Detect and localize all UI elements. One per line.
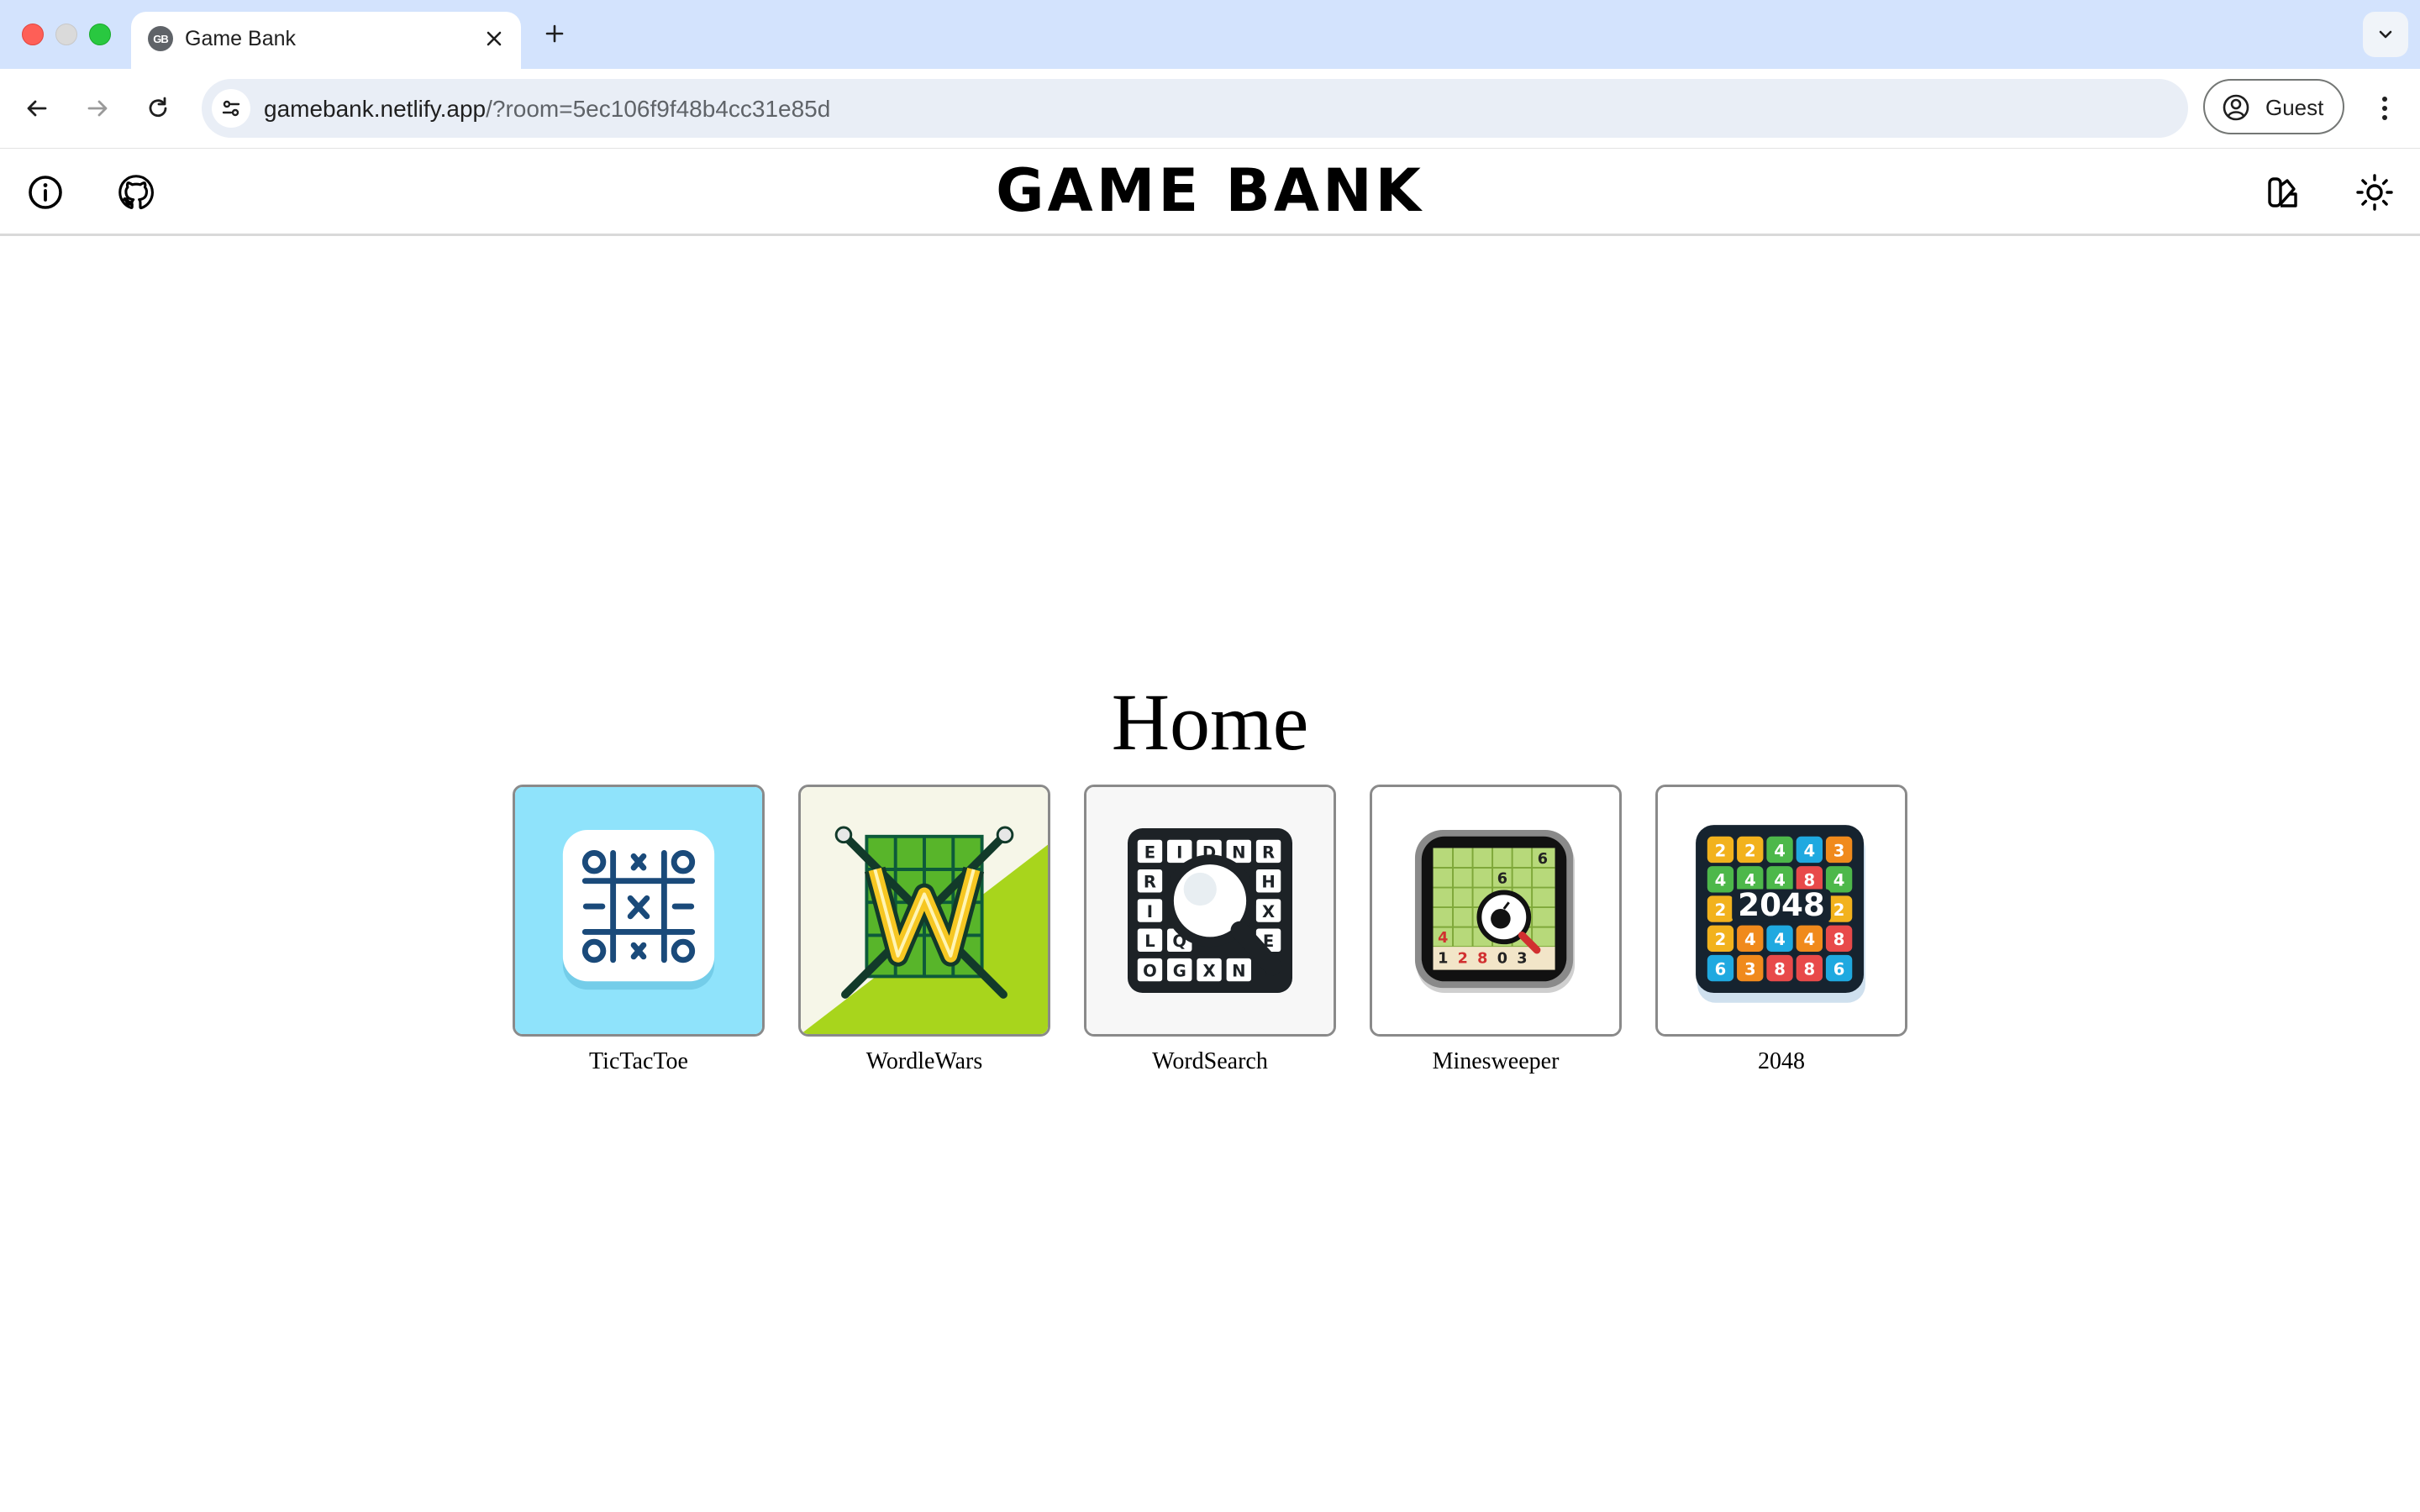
- letter: I: [1147, 902, 1153, 921]
- game-card-minesweeper[interactable]: 6 6 4 1 2 8 0 3: [1370, 785, 1622, 1037]
- letter: N: [1232, 961, 1245, 980]
- letter: E: [1144, 843, 1155, 862]
- profile-button[interactable]: Guest: [2203, 79, 2344, 134]
- tile-2048-value: 4: [1774, 841, 1786, 860]
- chevron-down-icon: [2379, 30, 2392, 39]
- wordsearch-icon: E I D N R R H I X L E O Q G X N L: [1086, 787, 1334, 1034]
- game-item-minesweeper[interactable]: 6 6 4 1 2 8 0 3 Minesweeper: [1370, 785, 1622, 1087]
- letter: N: [1232, 843, 1245, 862]
- letter: L: [1144, 932, 1155, 951]
- tile-2048-value: 4: [1774, 930, 1786, 949]
- palette-swatch-icon: [2268, 177, 2297, 207]
- tictactoe-icon: [515, 787, 762, 1034]
- mine-number: 6: [1497, 871, 1507, 888]
- mine-number: 6: [1538, 851, 1548, 868]
- arrow-right-icon: [87, 100, 108, 117]
- game-label: TicTacToe: [589, 1048, 688, 1074]
- page-heading: Home: [1111, 677, 1309, 767]
- address-bar[interactable]: gamebank.netlify.app/?room=5ec106f9f48b4…: [202, 79, 2188, 138]
- letter: X: [1202, 961, 1215, 980]
- url-path: /?room=5ec106f9f48b4cc31e85d: [486, 96, 831, 122]
- browser-toolbar: gamebank.netlify.app/?room=5ec106f9f48b4…: [0, 69, 2420, 149]
- light-mode-toggle[interactable]: [2352, 170, 2397, 215]
- game-item-2048[interactable]: 2244344484222444863886 2048 2048: [1655, 785, 1907, 1087]
- tile-2048-value: 2: [1715, 900, 1727, 920]
- tile-2048-value: 2: [1833, 900, 1845, 920]
- game-label: 2048: [1758, 1048, 1805, 1074]
- wordlewars-icon: [801, 787, 1048, 1034]
- letter: H: [1261, 873, 1275, 892]
- mine-number: 1: [1438, 951, 1448, 968]
- tile-2048-value: 2: [1744, 841, 1756, 860]
- arrow-left-icon: [27, 100, 47, 117]
- game-item-tictactoe[interactable]: TicTacToe: [513, 785, 765, 1087]
- tile-2048-value: 6: [1833, 959, 1845, 979]
- tile-2048-value: 4: [1715, 871, 1727, 890]
- back-button[interactable]: [15, 87, 59, 130]
- letter: X: [1262, 902, 1275, 921]
- reload-button[interactable]: [136, 87, 180, 130]
- browser-tab[interactable]: GB Game Bank: [131, 12, 521, 69]
- tile-2048-value: 8: [1803, 959, 1815, 979]
- tab-close-icon[interactable]: [479, 24, 509, 54]
- letter: I: [1176, 843, 1182, 862]
- game-card-tictactoe[interactable]: [513, 785, 765, 1037]
- app-header: GAME BANK: [0, 149, 2420, 236]
- 2048-icon: 2 2 4 4 34 4 4 8 42 22 4 4 4 86 3 8 8 6 2048: [1658, 787, 1905, 1034]
- browser-menu-button[interactable]: [2363, 87, 2407, 130]
- mine-number: 2: [1458, 951, 1468, 968]
- tile-2048-value: 4: [1803, 930, 1815, 949]
- more-vert-icon: [2382, 97, 2387, 120]
- tab-search-button[interactable]: [2363, 12, 2408, 57]
- minesweeper-icon: 6 6 4 1 2 8 0 3: [1372, 787, 1619, 1034]
- game-card-wordsearch[interactable]: E I D N R R H I X L E O Q G X N L: [1084, 785, 1336, 1037]
- mine-number: 3: [1517, 951, 1527, 968]
- profile-label: Guest: [2265, 95, 2324, 120]
- game-item-wordlewars[interactable]: WordleWars: [798, 785, 1050, 1087]
- tile-2048-center: 2048: [1738, 886, 1825, 923]
- browser-tab-bar: GB Game Bank: [0, 0, 2420, 69]
- account-circle-icon: [2223, 94, 2249, 121]
- tile-2048-value: 3: [1744, 959, 1756, 979]
- letter: R: [1262, 843, 1275, 862]
- game-item-wordsearch[interactable]: E I D N R R H I X L E O Q G X N L: [1084, 785, 1336, 1087]
- tile-2048-value: 6: [1715, 959, 1727, 979]
- app-title: GAME BANK: [996, 156, 1424, 225]
- tile-2048-value: 4: [1833, 871, 1845, 890]
- url-text: gamebank.netlify.app/?room=5ec106f9f48b4…: [264, 96, 830, 123]
- tile-2048-value: 2: [1715, 930, 1727, 949]
- game-label: WordleWars: [865, 1048, 983, 1074]
- game-label: WordSearch: [1152, 1048, 1268, 1074]
- tab-title: Game Bank: [185, 27, 297, 50]
- site-settings-icon[interactable]: [212, 89, 250, 128]
- tile-2048-value: 8: [1833, 930, 1845, 949]
- theme-palette-button[interactable]: [2261, 170, 2307, 215]
- game-label: Minesweeper: [1432, 1048, 1560, 1074]
- close-window-button[interactable]: [22, 24, 44, 45]
- game-card-2048[interactable]: 2244344484222444863886 2048: [1655, 785, 1907, 1037]
- url-host: gamebank.netlify.app: [264, 96, 487, 122]
- sun-icon: [2356, 174, 2393, 211]
- favicon-icon: GB: [148, 26, 173, 51]
- reload-icon: [149, 97, 167, 118]
- tile-2048-value: 4: [1744, 930, 1756, 949]
- maximize-window-button[interactable]: [89, 24, 111, 45]
- tile-2048-value: 8: [1774, 959, 1786, 979]
- letter: R: [1144, 873, 1156, 892]
- tile-2048-value: 2: [1715, 841, 1727, 860]
- forward-button[interactable]: [76, 87, 119, 130]
- mine-number: 8: [1477, 951, 1487, 968]
- tile-2048-value: 4: [1803, 841, 1815, 860]
- game-card-wordlewars[interactable]: [798, 785, 1050, 1037]
- letter: O: [1143, 961, 1157, 980]
- game-list: TicTacToe WordleWars E I D N R R H I X L…: [513, 785, 1909, 1087]
- tile-2048-value: 3: [1833, 841, 1845, 860]
- letter: G: [1173, 961, 1186, 980]
- new-tab-icon[interactable]: [539, 18, 570, 49]
- mine-number: 4: [1438, 930, 1448, 947]
- minimize-window-button[interactable]: [55, 24, 77, 45]
- mine-number: 0: [1497, 951, 1507, 968]
